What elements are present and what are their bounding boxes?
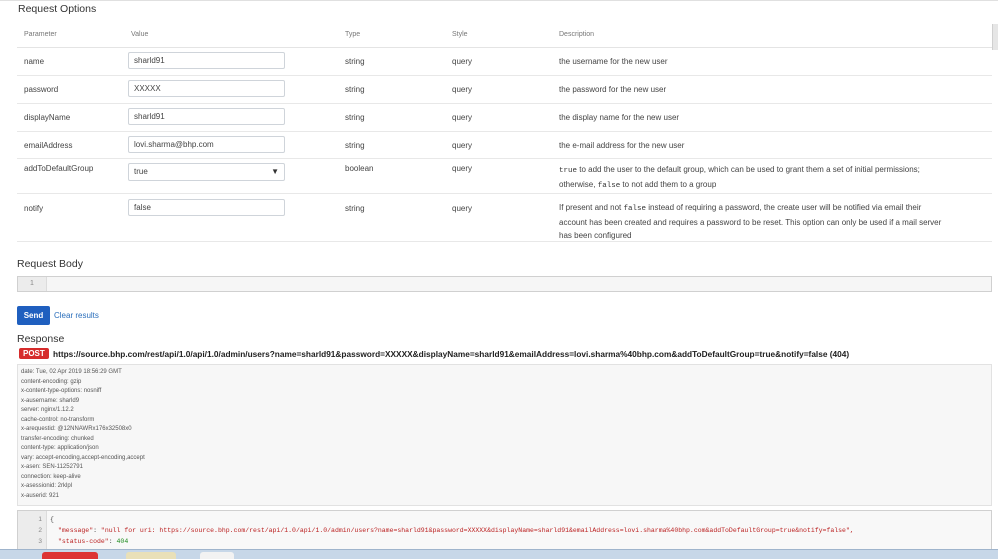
method-badge: POST	[19, 348, 49, 359]
param-name: notify	[24, 204, 44, 213]
param-type: string	[345, 85, 365, 94]
json-value: "null for uri: https://source.bhp.com/re…	[100, 527, 854, 534]
param-style: query	[452, 85, 473, 94]
header-line: date: Tue, 02 Apr 2019 18:56:29 GMT	[21, 369, 122, 375]
param-description: the username for the new user	[559, 57, 668, 66]
param-description: the e-mail address for the new user	[559, 141, 685, 150]
line-number: 1	[18, 277, 47, 291]
json-value: 404	[116, 538, 129, 545]
code-true: true	[559, 167, 578, 175]
json-key: "message"	[58, 527, 94, 534]
response-request-line: POST https://source.bhp.com/rest/api/1.0…	[17, 347, 992, 362]
header-line: x-asessionid: 2rklpl	[21, 483, 73, 489]
param-row-addtodefaultgroup: addToDefaultGroup true ▼ boolean query t…	[17, 159, 992, 194]
header-line: x-asen: SEN-11252791	[21, 464, 83, 470]
param-name: name	[24, 57, 45, 66]
request-body-editor[interactable]: 1	[17, 276, 992, 292]
param-style: query	[452, 113, 473, 122]
param-row-notify: notify false string query If present and…	[17, 194, 992, 242]
param-style: query	[452, 141, 473, 150]
displayname-input[interactable]: sharld91	[128, 108, 285, 125]
param-style: query	[452, 164, 473, 173]
addtodefaultgroup-select[interactable]: true ▼	[128, 163, 285, 181]
header-line: vary: accept-encoding,accept-encoding,ac…	[21, 454, 145, 461]
line-number: 3	[38, 538, 42, 545]
param-name: displayName	[24, 113, 71, 122]
code-false: false	[623, 205, 647, 213]
header-line: content-type: application/json	[21, 445, 99, 451]
param-row-password: password XXXXX string query the password…	[17, 76, 992, 104]
col-value: Value	[131, 31, 149, 38]
request-options-heading: Request Options	[18, 3, 97, 15]
header-line: x-ausername: sharld9	[21, 397, 80, 404]
email-input[interactable]: lovi.sharma@bhp.com	[128, 136, 285, 153]
desc-text: instead of requiring a password, the cre…	[646, 203, 922, 212]
param-name: password	[24, 85, 59, 94]
col-type: Type	[345, 31, 361, 38]
desc-text: otherwise,	[559, 180, 598, 189]
header-line: x-content-type-options: nosniff	[21, 388, 102, 394]
col-style: Style	[452, 31, 468, 38]
header-line: x-auserid: 921	[21, 492, 60, 499]
select-value: true	[134, 167, 148, 176]
line-number: 1	[38, 516, 42, 523]
param-row-emailaddress: emailAddress lovi.sharma@bhp.com string …	[17, 132, 992, 159]
json-key: "status-code"	[58, 538, 109, 545]
header-line: x-arequestid: @12NNAWRx176x32508x0	[21, 426, 132, 432]
param-row-displayname: displayName sharld91 string query the di…	[17, 104, 992, 132]
param-description: true to add the user to the default grou…	[559, 163, 989, 193]
top-border	[0, 0, 998, 1]
col-description: Description	[559, 31, 595, 38]
code-line: {	[50, 516, 54, 523]
header-line: transfer-encoding: chunked	[21, 435, 94, 442]
header-line: server: nginx/1.12.2	[21, 407, 74, 413]
scrollbar[interactable]	[992, 24, 998, 50]
desc-text: If present and not	[559, 203, 624, 212]
name-input[interactable]: sharld91	[128, 52, 285, 69]
password-input[interactable]: XXXXX	[128, 80, 285, 97]
notify-input[interactable]: false	[128, 199, 285, 216]
response-heading: Response	[17, 333, 65, 345]
clear-results-link[interactable]: Clear results	[54, 311, 99, 320]
header-line: cache-control: no-transform	[21, 416, 95, 423]
param-style: query	[452, 204, 473, 213]
send-button[interactable]: Send	[17, 306, 50, 325]
code-false: false	[597, 182, 621, 190]
response-url: https://source.bhp.com/rest/api/1.0/api/…	[53, 349, 850, 359]
desc-text: has been configured	[559, 231, 632, 240]
header-line: connection: keep-alive	[21, 473, 81, 480]
param-type: string	[345, 113, 365, 122]
param-name: addToDefaultGroup	[24, 164, 94, 173]
col-parameter: Parameter	[24, 31, 57, 38]
param-type: string	[345, 204, 365, 213]
desc-text: account has been created and requires a …	[559, 218, 942, 227]
param-name: emailAddress	[24, 141, 73, 150]
caret-down-icon: ▼	[271, 167, 279, 176]
code-line: "message": "null for uri: https://source…	[58, 527, 854, 534]
param-row-name: name sharld91 string query the username …	[17, 48, 992, 76]
param-style: query	[452, 57, 473, 66]
code-line: "status-code": 404	[58, 538, 129, 545]
line-number: 2	[38, 527, 42, 534]
desc-text: to add the user to the default group, wh…	[577, 165, 920, 174]
param-type: boolean	[345, 164, 374, 173]
param-type: string	[345, 57, 365, 66]
param-type: string	[345, 141, 365, 150]
header-line: content-encoding: gzip	[21, 378, 82, 385]
param-description: If present and not false instead of requ…	[559, 201, 989, 242]
request-body-heading: Request Body	[17, 258, 83, 270]
param-description: the display name for the new user	[559, 113, 680, 122]
param-description: the password for the new user	[559, 85, 667, 94]
desc-text: to not add them to a group	[620, 180, 717, 189]
parameters-table-header: Parameter Value Type Style Description	[17, 25, 992, 48]
response-headers: date: Tue, 02 Apr 2019 18:56:29 GMT cont…	[17, 364, 992, 506]
